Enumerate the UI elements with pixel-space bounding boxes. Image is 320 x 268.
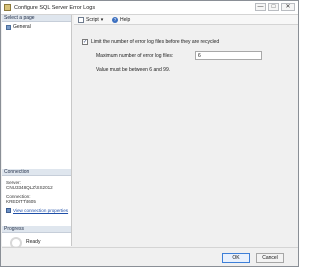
server-value: CNU3348QLZ\SS2012 xyxy=(6,185,53,190)
range-hint-text: Value must be between 6 and 99. xyxy=(96,67,171,73)
max-log-files-input[interactable] xyxy=(195,51,262,60)
view-connection-properties-link[interactable]: View connection properties xyxy=(6,208,68,213)
left-pane: Select a page General Connection Server:… xyxy=(2,15,72,249)
help-button[interactable]: ? Help xyxy=(112,17,130,23)
minimize-button[interactable]: — xyxy=(255,3,266,11)
help-label: Help xyxy=(120,17,131,23)
progress-status: Ready xyxy=(26,239,41,245)
connection-header: Connection xyxy=(2,169,71,176)
app-icon xyxy=(4,4,11,11)
max-log-files-label: Maximum number of error log files: xyxy=(96,53,174,59)
limit-log-files-label: Limit the number of error log files befo… xyxy=(91,39,220,45)
maximize-button[interactable]: □ xyxy=(268,3,279,11)
progress-header: Progress xyxy=(2,226,71,233)
window-controls: — □ ✕ xyxy=(255,3,295,11)
cancel-button[interactable]: Cancel xyxy=(256,253,284,263)
properties-icon xyxy=(6,208,11,213)
title-bar[interactable]: Configure SQL Server Error Logs — □ ✕ xyxy=(1,1,298,15)
script-label: Script xyxy=(86,17,99,23)
dialog-window: Configure SQL Server Error Logs — □ ✕ Se… xyxy=(0,0,299,267)
view-properties-label: View connection properties xyxy=(13,208,69,213)
chevron-down-icon: ▾ xyxy=(100,17,104,23)
select-page-header: Select a page xyxy=(2,15,71,22)
limit-log-files-checkbox[interactable]: ✓ xyxy=(82,39,88,45)
close-button[interactable]: ✕ xyxy=(281,3,295,11)
toolbar: Script ▾ ? Help xyxy=(74,15,298,25)
page-item-general[interactable]: General xyxy=(6,24,31,30)
script-icon xyxy=(78,17,84,23)
script-button[interactable]: Script ▾ xyxy=(78,17,103,23)
window-title: Configure SQL Server Error Logs xyxy=(14,4,96,11)
connection-value: KREDITT\t605 xyxy=(6,199,36,204)
limit-log-files-checkbox-row[interactable]: ✓ Limit the number of error log files be… xyxy=(82,39,219,45)
ok-button[interactable]: OK xyxy=(222,253,250,263)
page-item-label: General xyxy=(13,24,31,30)
dialog-footer: OK Cancel xyxy=(2,247,298,266)
help-icon: ? xyxy=(112,17,118,23)
general-page-content: ✓ Limit the number of error log files be… xyxy=(74,26,298,246)
page-icon xyxy=(6,24,11,30)
